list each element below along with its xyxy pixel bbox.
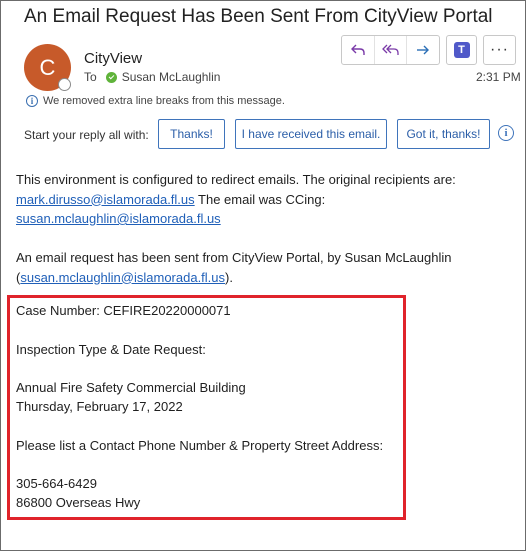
request-details: Case Number: CEFIRE20220000071 Inspectio… xyxy=(16,301,396,512)
avatar-status-icon xyxy=(58,78,71,91)
email-subject: An Email Request Has Been Sent From City… xyxy=(24,6,493,27)
to-label: To xyxy=(84,70,97,84)
contact-heading: Please list a Contact Phone Number & Pro… xyxy=(16,437,384,453)
reply-button[interactable] xyxy=(342,36,375,64)
paren-close: ). xyxy=(225,269,233,285)
received-time: 2:31 PM xyxy=(476,70,521,84)
recipient-email-link[interactable]: mark.dirusso@islamorada.fl.us xyxy=(16,192,195,207)
reply-all-button[interactable] xyxy=(375,36,408,64)
cc-email-link[interactable]: susan.mclaughlin@islamorada.fl.us xyxy=(16,211,221,226)
body-line-cc: susan.mclaughlin@islamorada.fl.us xyxy=(16,209,512,229)
reply-all-icon xyxy=(381,44,399,55)
contact-phone: 305-664-6429 xyxy=(16,476,97,491)
recipient-name[interactable]: Susan McLaughlin xyxy=(122,70,221,84)
body-line-request: An email request has been sent from City… xyxy=(16,250,452,265)
teams-icon: T xyxy=(453,42,470,58)
suggested-replies-info-icon[interactable]: i xyxy=(498,125,514,141)
inspection-date: Thursday, February 17, 2022 xyxy=(16,399,183,414)
cc-text: The email was CCing: xyxy=(194,191,326,207)
body-line-redirect: This environment is configured to redire… xyxy=(16,172,456,187)
inspection-heading: Inspection Type & Date Request: xyxy=(16,341,206,357)
line-break-notice-text: We removed extra line breaks from this m… xyxy=(43,95,285,107)
avatar-initial: C xyxy=(39,54,56,80)
property-address: 86800 Overseas Hwy xyxy=(16,495,141,510)
body-line-recipients: mark.dirusso@islamorada.fl.us The email … xyxy=(16,190,512,210)
quick-reply-received-button[interactable]: I have received this email. xyxy=(235,119,387,149)
body-line-requester: (susan.mclaughlin@islamorada.fl.us). xyxy=(16,268,512,288)
info-icon: i xyxy=(26,95,38,107)
sender-name[interactable]: CityView xyxy=(84,50,142,67)
presence-available-icon xyxy=(105,71,117,83)
quick-reply-got-it-button[interactable]: Got it, thanks! xyxy=(397,119,490,149)
reply-icon xyxy=(350,44,365,55)
more-options-icon: ··· xyxy=(490,41,509,58)
forward-icon xyxy=(417,45,430,55)
quick-reply-label: Start your reply all with: xyxy=(24,128,149,142)
recipient-row: To Susan McLaughlin xyxy=(84,70,220,84)
case-number: Case Number: CEFIRE20220000071 xyxy=(16,303,231,318)
message-actions xyxy=(341,35,440,65)
forward-button[interactable] xyxy=(407,36,439,64)
email-body: This environment is configured to redire… xyxy=(16,170,512,287)
requester-email-link[interactable]: susan.mclaughlin@islamorada.fl.us xyxy=(20,270,225,285)
line-break-notice[interactable]: i We removed extra line breaks from this… xyxy=(26,95,285,107)
more-options-button[interactable]: ··· xyxy=(483,35,516,65)
quick-reply-thanks-button[interactable]: Thanks! xyxy=(158,119,225,149)
inspection-type: Annual Fire Safety Commercial Building xyxy=(16,380,246,395)
teams-button[interactable]: T xyxy=(446,35,477,65)
